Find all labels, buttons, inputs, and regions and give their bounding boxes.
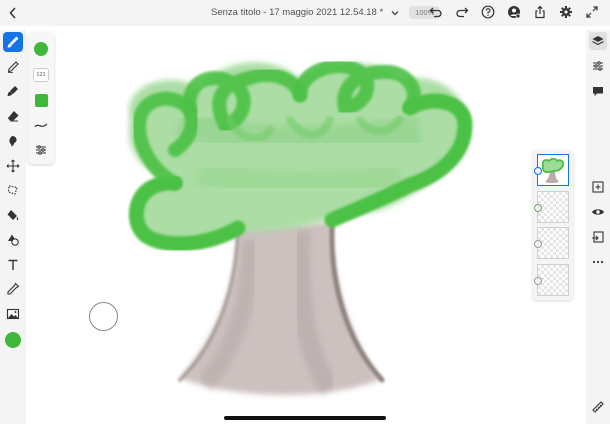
brush-settings-icon[interactable] (32, 141, 50, 159)
eraser-icon[interactable] (3, 106, 23, 126)
layer-thumbnail-3[interactable] (534, 227, 569, 259)
blend-brush-icon[interactable] (3, 81, 23, 101)
chevron-down-icon[interactable] (389, 7, 401, 19)
tree-artwork (128, 59, 473, 396)
redo-icon[interactable] (454, 4, 470, 20)
document-title[interactable]: Senza titolo - 17 maggio 2021 12.54.18 * (211, 7, 383, 18)
brush-color-swatch[interactable] (32, 91, 50, 109)
current-color-swatch[interactable] (5, 332, 21, 348)
document-title-area: Senza titolo - 17 maggio 2021 12.54.18 *… (211, 6, 441, 19)
brush-size[interactable]: 121 (32, 66, 50, 84)
account-icon[interactable] (506, 4, 522, 20)
layer-tree-thumbnail (541, 157, 565, 184)
left-toolbar (0, 30, 26, 424)
layer-select-dot[interactable] (534, 167, 542, 175)
settings-icon[interactable] (558, 4, 574, 20)
image-icon[interactable] (3, 304, 23, 324)
top-actions (428, 4, 600, 20)
lasso-icon[interactable] (3, 180, 23, 200)
fullscreen-icon[interactable] (584, 4, 600, 20)
more-icon[interactable] (589, 253, 607, 271)
layer-thumbnail-4[interactable] (534, 264, 569, 296)
paint-brush-icon[interactable] (3, 32, 23, 52)
smudge-icon[interactable] (3, 131, 23, 151)
layer-select-dot[interactable] (534, 240, 542, 248)
top-bar: Senza titolo - 17 maggio 2021 12.54.18 *… (0, 0, 610, 26)
brush-cursor (89, 302, 118, 331)
brush-size-value: 121 (33, 68, 49, 82)
pencil-icon[interactable] (3, 57, 23, 77)
layers-icon[interactable] (589, 32, 607, 50)
layer-select-dot[interactable] (534, 204, 542, 212)
ruler-icon[interactable] (589, 398, 607, 416)
brush-preview[interactable] (32, 40, 50, 58)
merge-icon[interactable] (589, 228, 607, 246)
share-icon[interactable] (532, 4, 548, 20)
brush-settings-panel: 121 (28, 32, 54, 164)
drawing-canvas[interactable] (0, 26, 610, 424)
app-window: Senza titolo - 17 maggio 2021 12.54.18 *… (0, 0, 610, 424)
transform-icon[interactable] (3, 156, 23, 176)
properties-icon[interactable] (589, 57, 607, 75)
add-layer-icon[interactable] (589, 178, 607, 196)
layer-select-dot[interactable] (534, 277, 542, 285)
comments-icon[interactable] (589, 82, 607, 100)
fill-icon[interactable] (3, 205, 23, 225)
layers-panel (533, 150, 573, 300)
back-icon[interactable] (6, 5, 20, 21)
layer-thumbnail-1[interactable] (534, 154, 569, 186)
eyedropper-icon[interactable] (3, 279, 23, 299)
right-toolbar (586, 30, 610, 424)
home-indicator (224, 416, 386, 420)
visibility-icon[interactable] (589, 203, 607, 221)
brush-stroke-icon[interactable] (32, 117, 50, 135)
shape-icon[interactable] (3, 230, 23, 250)
help-icon[interactable] (480, 4, 496, 20)
undo-icon[interactable] (428, 4, 444, 20)
text-icon[interactable] (3, 255, 23, 275)
layer-thumbnail-2[interactable] (534, 191, 569, 223)
